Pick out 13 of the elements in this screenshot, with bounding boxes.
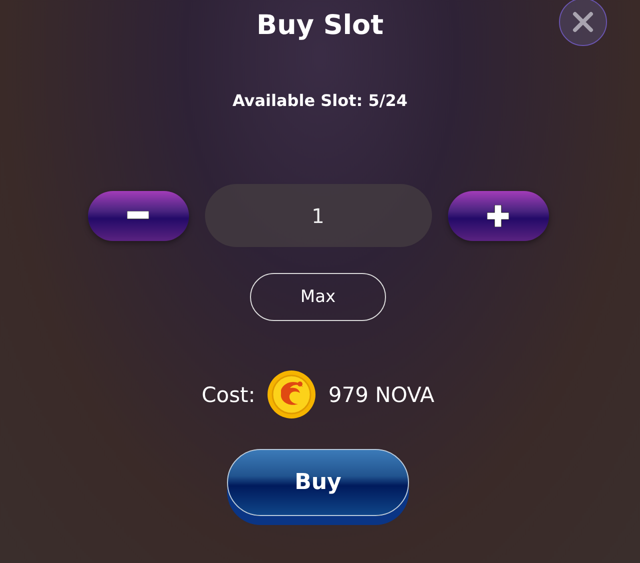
cost-amount: 979 NOVA <box>328 382 434 406</box>
close-button[interactable] <box>559 0 607 46</box>
max-button[interactable]: Max <box>250 273 386 321</box>
dialog-title: Buy Slot <box>256 9 384 43</box>
cost-label: Cost: <box>202 382 256 406</box>
close-icon <box>572 11 594 33</box>
minus-icon <box>127 211 149 220</box>
increase-button[interactable] <box>448 190 548 240</box>
coin-icon <box>267 370 316 419</box>
available-slot-text: Available Slot: 5/24 <box>232 90 408 112</box>
quantity-field[interactable]: 1 <box>204 184 432 247</box>
decrease-button[interactable] <box>88 190 188 240</box>
plus-icon <box>487 204 509 226</box>
